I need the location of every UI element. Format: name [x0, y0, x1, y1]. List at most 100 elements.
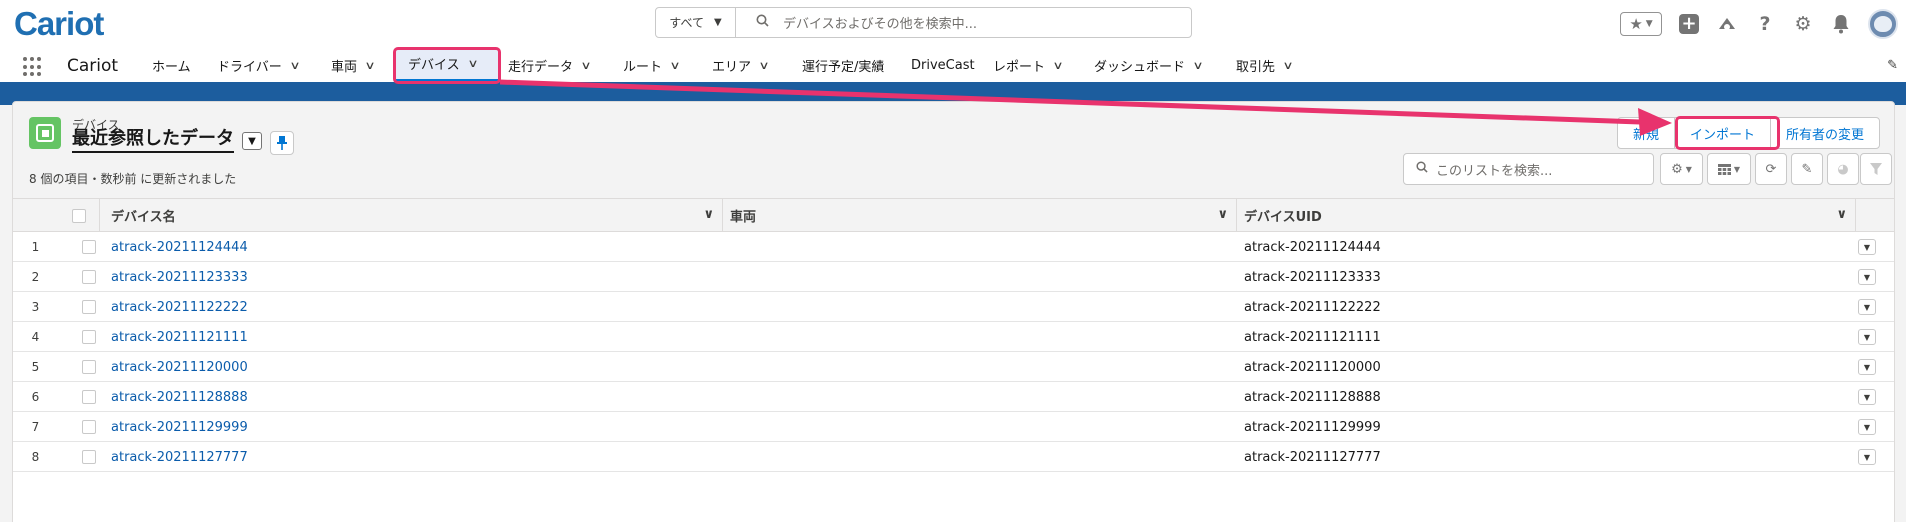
row-checkbox[interactable] [82, 270, 96, 284]
device-name-link[interactable]: atrack-20211121111 [111, 322, 248, 352]
search-input[interactable]: デバイスおよびその他を検索中... [783, 13, 977, 32]
pin-icon[interactable] [270, 131, 294, 155]
device-name-link[interactable]: atrack-20211122222 [111, 292, 248, 322]
row-number: 3 [31, 300, 40, 314]
table-row: 8 atrack-20211127777 atrack-20211127777 … [13, 442, 1894, 472]
tab-routes[interactable]: ルート ∨ [623, 48, 681, 82]
tab-label: ドライバー [217, 59, 282, 75]
bell-icon[interactable] [1830, 13, 1852, 35]
chevron-down-icon: ▼ [1685, 164, 1692, 174]
gear-icon: ⚙ [1671, 161, 1683, 177]
chevron-down-icon[interactable]: ∨ [1836, 207, 1847, 222]
device-name-link[interactable]: atrack-20211120000 [111, 352, 248, 382]
select-all-checkbox[interactable] [71, 208, 86, 223]
device-name-link[interactable]: atrack-20211127777 [111, 442, 248, 472]
device-name-link[interactable]: atrack-20211123333 [111, 262, 248, 292]
tab-reports[interactable]: レポート ∨ [993, 48, 1064, 82]
tab-vehicles[interactable]: 車両 ∨ [331, 48, 376, 82]
global-search[interactable]: すべて ▼ デバイスおよびその他を検索中... [655, 7, 1192, 38]
row-actions-button[interactable]: ▼ [1858, 329, 1876, 345]
tab-drivecast[interactable]: DriveCast [911, 48, 975, 82]
table-row: 4 atrack-20211121111 atrack-20211121111 … [13, 322, 1894, 352]
list-settings-button[interactable]: ⚙ ▼ [1660, 153, 1703, 185]
tab-label: 運行予定/実績 [802, 59, 885, 75]
tab-drivers[interactable]: ドライバー ∨ [217, 48, 300, 82]
list-view-picker-button[interactable]: ▼ [242, 132, 262, 150]
avatar[interactable] [1868, 9, 1898, 39]
tab-home[interactable]: ホーム [152, 48, 191, 82]
row-actions-button[interactable]: ▼ [1858, 239, 1876, 255]
tab-dashboards[interactable]: ダッシュボード ∨ [1094, 48, 1204, 82]
app-name: Cariot [67, 56, 119, 76]
chevron-down-icon[interactable]: ∨ [1217, 207, 1228, 222]
row-actions-button[interactable]: ▼ [1858, 269, 1876, 285]
row-actions-button[interactable]: ▼ [1858, 389, 1876, 405]
row-actions-button[interactable]: ▼ [1858, 299, 1876, 315]
chevron-down-icon[interactable]: ∨ [703, 207, 714, 222]
chevron-down-icon[interactable]: ∨ [580, 59, 591, 72]
row-actions-button[interactable]: ▼ [1858, 419, 1876, 435]
device-uid-cell: atrack-20211123333 [1244, 269, 1381, 285]
column-header-device-uid[interactable]: デバイスUID ∨ [1237, 199, 1856, 232]
waffle-icon[interactable] [23, 57, 43, 77]
edit-list-pencil-icon[interactable]: ✎ [1791, 153, 1823, 185]
list-meta-status: 8 個の項目・数秒前 に更新されました [29, 172, 237, 186]
tab-label: 走行データ [508, 59, 574, 75]
display-as-button[interactable]: ▼ [1707, 153, 1751, 185]
tab-label: エリア [712, 59, 752, 75]
chevron-down-icon[interactable]: ∨ [758, 59, 769, 72]
global-actions-button[interactable]: + [1678, 13, 1700, 35]
favorites-button[interactable]: ★ ▼ [1620, 12, 1662, 36]
list-view-title[interactable]: 最近参照したデータ [72, 128, 234, 153]
device-name-link[interactable]: atrack-20211129999 [111, 412, 248, 442]
tab-label: DriveCast [911, 57, 975, 73]
chevron-down-icon[interactable]: ∨ [364, 59, 375, 72]
help-icon[interactable]: ? [1754, 13, 1776, 35]
row-checkbox[interactable] [82, 450, 96, 464]
tab-accounts[interactable]: 取引先 ∨ [1236, 48, 1294, 82]
row-actions-button[interactable]: ▼ [1858, 449, 1876, 465]
change-owner-button[interactable]: 所有者の変更 [1771, 118, 1879, 148]
table-row: 5 atrack-20211120000 atrack-20211120000 … [13, 352, 1894, 382]
filter-icon[interactable] [1860, 153, 1892, 185]
chevron-down-icon[interactable]: ∨ [1282, 59, 1293, 72]
column-header-device-name[interactable]: デバイス名 ∨ [100, 199, 723, 232]
row-number-header [13, 199, 58, 232]
tab-trip-data[interactable]: 走行データ ∨ [508, 48, 592, 82]
list-search-placeholder: このリストを検索... [1436, 163, 1553, 179]
device-name-link[interactable]: atrack-20211128888 [111, 382, 248, 412]
search-scope-label: すべて [669, 16, 704, 30]
tab-schedule[interactable]: 運行予定/実績 [802, 48, 884, 82]
tab-areas[interactable]: エリア ∨ [712, 48, 770, 82]
row-checkbox[interactable] [82, 300, 96, 314]
row-checkbox[interactable] [82, 330, 96, 344]
row-number: 1 [31, 240, 40, 254]
device-uid-cell: atrack-20211124444 [1244, 239, 1381, 255]
star-icon: ★ [1629, 15, 1643, 33]
row-checkbox[interactable] [82, 390, 96, 404]
column-header-vehicle[interactable]: 車両 ∨ [723, 199, 1237, 232]
pencil-icon[interactable]: ✎ [1887, 58, 1898, 73]
row-actions-button[interactable]: ▼ [1858, 359, 1876, 375]
row-checkbox[interactable] [82, 360, 96, 374]
table-row: 6 atrack-20211128888 atrack-20211128888 … [13, 382, 1894, 412]
list-search-input[interactable]: このリストを検索... [1403, 153, 1654, 185]
chevron-down-icon: ▼ [713, 17, 722, 28]
refresh-icon[interactable]: ⟳ [1755, 153, 1787, 185]
cariot-logo[interactable]: Cariot [14, 4, 104, 44]
device-name-link[interactable]: atrack-20211124444 [111, 232, 248, 262]
chevron-down-icon[interactable]: ∨ [669, 59, 680, 72]
chevron-down-icon[interactable]: ∨ [1192, 59, 1203, 72]
table-row: 2 atrack-20211123333 atrack-20211123333 … [13, 262, 1894, 292]
column-label: 車両 [730, 210, 757, 225]
chart-icon[interactable]: ◕ [1827, 153, 1859, 185]
chevron-down-icon[interactable]: ∨ [289, 59, 300, 72]
new-button[interactable]: 新規 [1618, 118, 1675, 148]
row-checkbox[interactable] [82, 420, 96, 434]
gear-icon[interactable]: ⚙ [1792, 13, 1814, 35]
search-scope-select[interactable]: すべて ▼ [656, 8, 736, 37]
chevron-down-icon[interactable]: ∨ [1052, 59, 1063, 72]
devices-tab-highlight [393, 47, 501, 84]
row-checkbox[interactable] [82, 240, 96, 254]
trailhead-button[interactable] [1716, 13, 1738, 35]
